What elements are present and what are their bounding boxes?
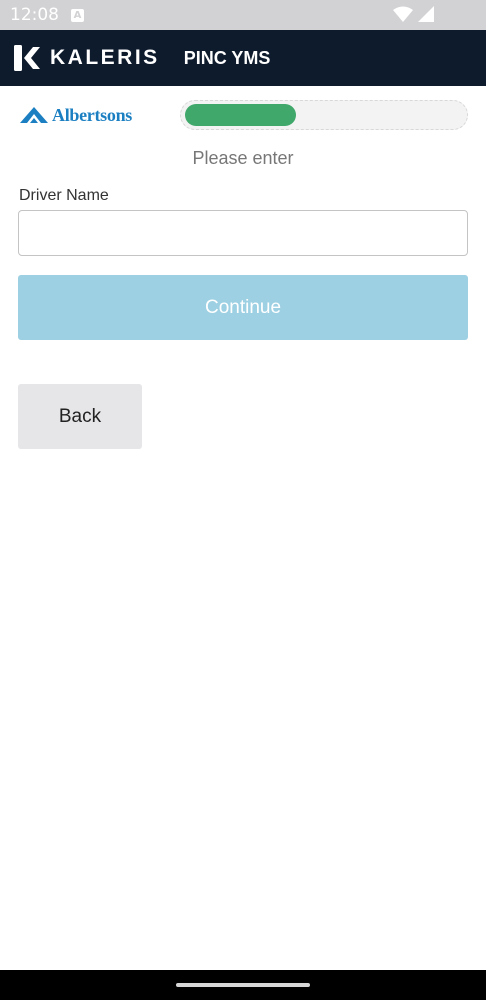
wifi-icon [393, 6, 413, 22]
driver-name-input[interactable] [18, 210, 468, 256]
notification-a-icon: A [71, 8, 84, 22]
kaleris-logo-icon [14, 45, 40, 71]
albertsons-logo-icon [18, 105, 50, 125]
app-name: PINC YMS [183, 47, 271, 68]
brand-name: KALERIS [50, 46, 160, 69]
home-handle[interactable] [176, 983, 310, 987]
driver-name-label: Driver Name [19, 187, 109, 204]
progress-bar [180, 100, 468, 130]
progress-fill [185, 104, 296, 126]
albertsons-logo-text: Albertsons [52, 104, 133, 125]
albertsons-logo: Albertsons [18, 105, 178, 126]
status-icons [393, 6, 434, 22]
app-header: KALERIS PINC YMS [0, 30, 486, 86]
status-bar: 12:08 A [0, 0, 486, 30]
prompt-text: Please enter [192, 148, 294, 168]
client-row: Albertsons [18, 100, 468, 130]
status-time: 12:08 [10, 5, 59, 25]
continue-button[interactable]: Continue [18, 275, 468, 340]
cell-signal-icon [418, 6, 434, 22]
navigation-bar [0, 970, 486, 1000]
back-button[interactable]: Back [18, 384, 142, 449]
